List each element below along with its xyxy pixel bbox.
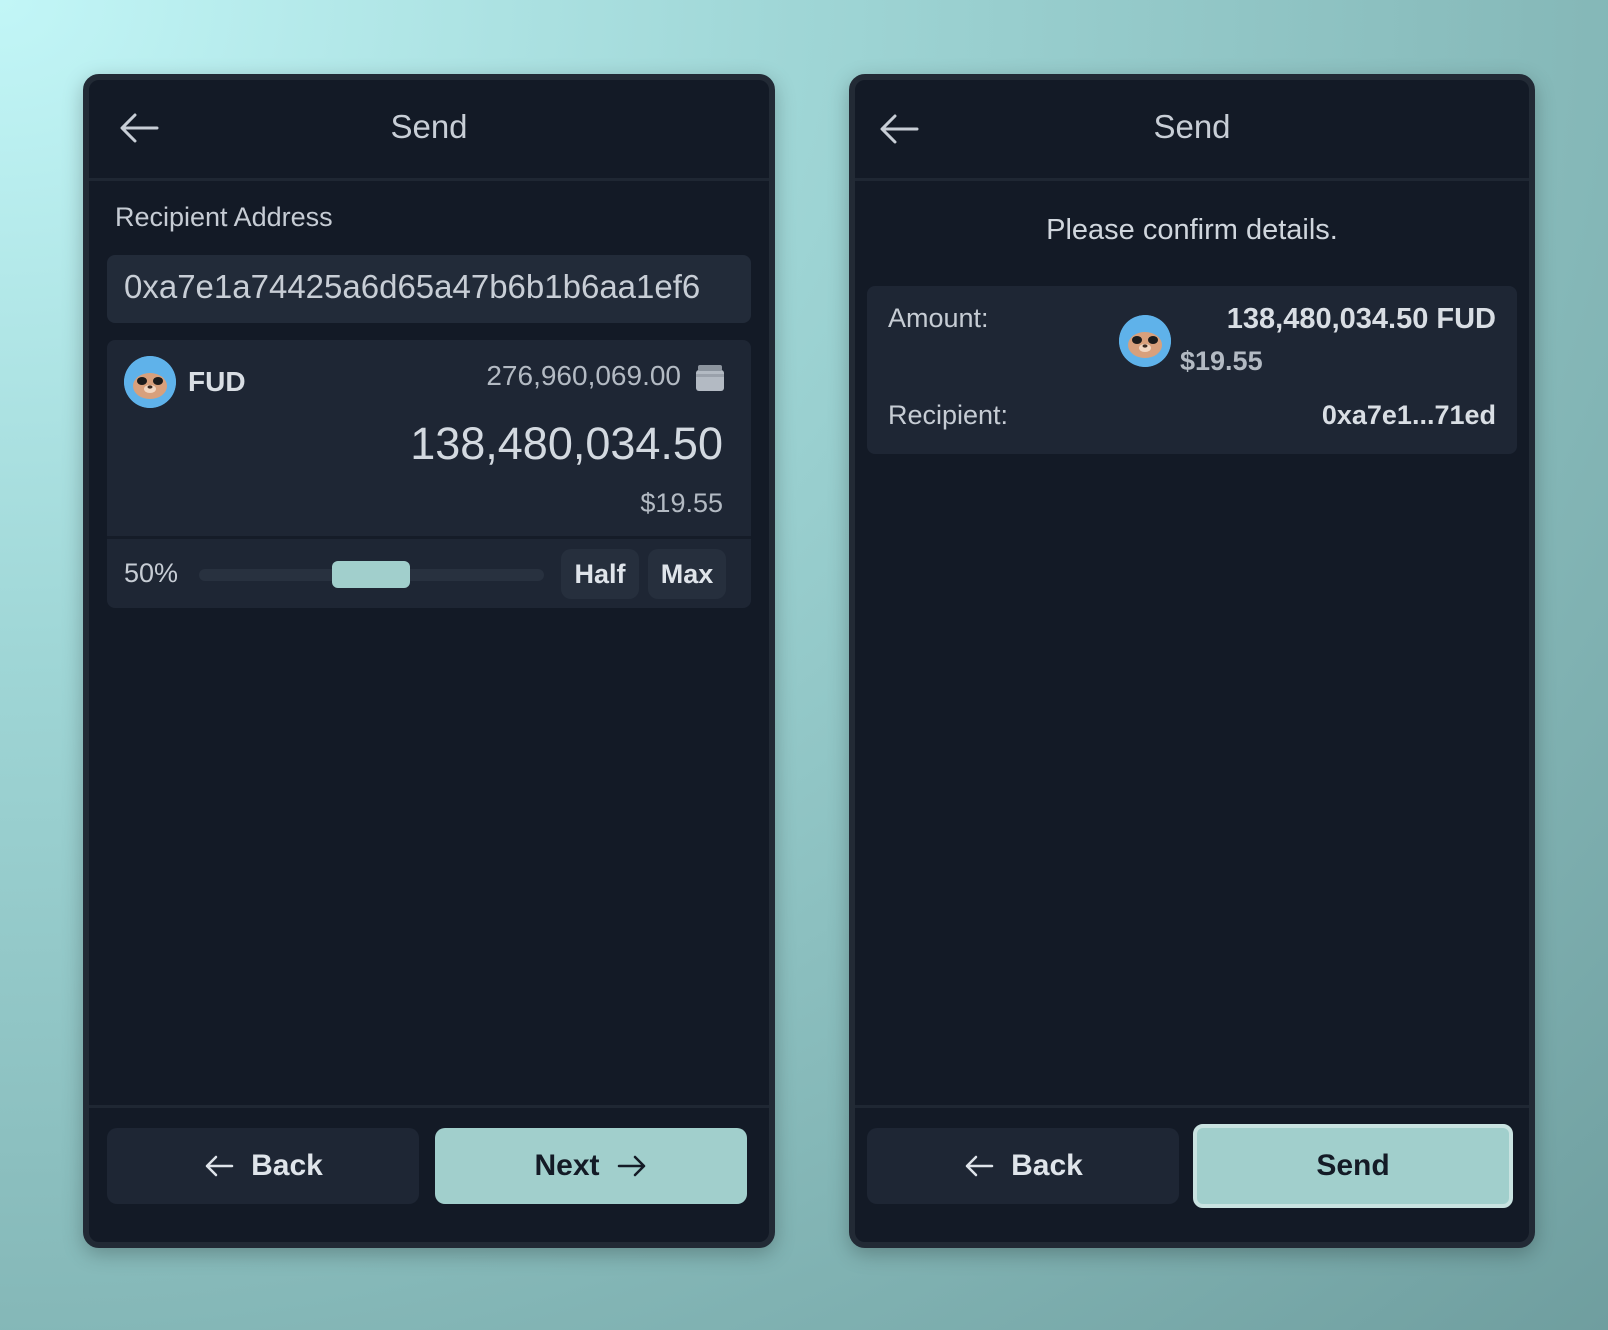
wallet-icon	[696, 365, 724, 391]
amount-value[interactable]: 138,480,034.50	[410, 418, 723, 470]
header: Send	[855, 80, 1529, 181]
back-button[interactable]: Back	[107, 1128, 419, 1204]
token-amount-card: FUD 276,960,069.00 138,480,034.50 $19.55…	[107, 340, 751, 608]
half-button[interactable]: Half	[561, 549, 639, 599]
percent-label: 50%	[124, 558, 179, 588]
amount-label: Amount:	[888, 303, 989, 333]
token-symbol: FUD	[188, 366, 246, 397]
arrow-left-icon	[205, 1155, 234, 1177]
back-button-label: Back	[1011, 1149, 1083, 1182]
max-button[interactable]: Max	[648, 549, 726, 599]
arrow-right-icon	[617, 1155, 645, 1177]
send-button[interactable]: Send	[1193, 1124, 1513, 1208]
amount-value: 138,480,034.50 FUD	[1226, 303, 1496, 335]
fud-token-icon	[124, 356, 176, 408]
amount-slider-thumb[interactable]	[332, 561, 410, 588]
footer: Back Send	[855, 1105, 1529, 1238]
divider	[107, 536, 751, 539]
amount-usd: $19.55	[1180, 346, 1263, 376]
usd-value: $19.55	[640, 488, 723, 518]
confirm-instructions: Please confirm details.	[1046, 214, 1338, 246]
token-balance: 276,960,069.00	[486, 360, 681, 391]
recipient-address-label: Recipient Address	[115, 202, 333, 232]
fud-token-icon	[1119, 315, 1171, 367]
arrow-left-icon	[965, 1155, 994, 1177]
send-amount-screen: Send Recipient Address 0xa7e1a74425a6d65…	[83, 74, 775, 1248]
send-button-label: Send	[1316, 1149, 1390, 1182]
back-button-label: Back	[251, 1149, 323, 1182]
next-button[interactable]: Next	[435, 1128, 747, 1204]
next-button-label: Next	[534, 1149, 600, 1182]
confirm-details-card: Amount: 138,480,034.50 FUD $19.55 Recipi…	[867, 286, 1517, 454]
page-title: Send	[1153, 108, 1231, 145]
header: Send	[89, 80, 769, 181]
page-title: Send	[390, 108, 468, 145]
send-confirm-screen: Send Please confirm details. Amount: 138…	[849, 74, 1535, 1248]
back-button[interactable]: Back	[867, 1128, 1179, 1204]
recipient-address-input[interactable]: 0xa7e1a74425a6d65a47b6b1b6aa1ef6	[107, 255, 751, 323]
recipient-value: 0xa7e1...71ed	[1321, 400, 1496, 430]
recipient-label: Recipient:	[888, 400, 1009, 430]
footer: Back Next	[89, 1105, 769, 1238]
